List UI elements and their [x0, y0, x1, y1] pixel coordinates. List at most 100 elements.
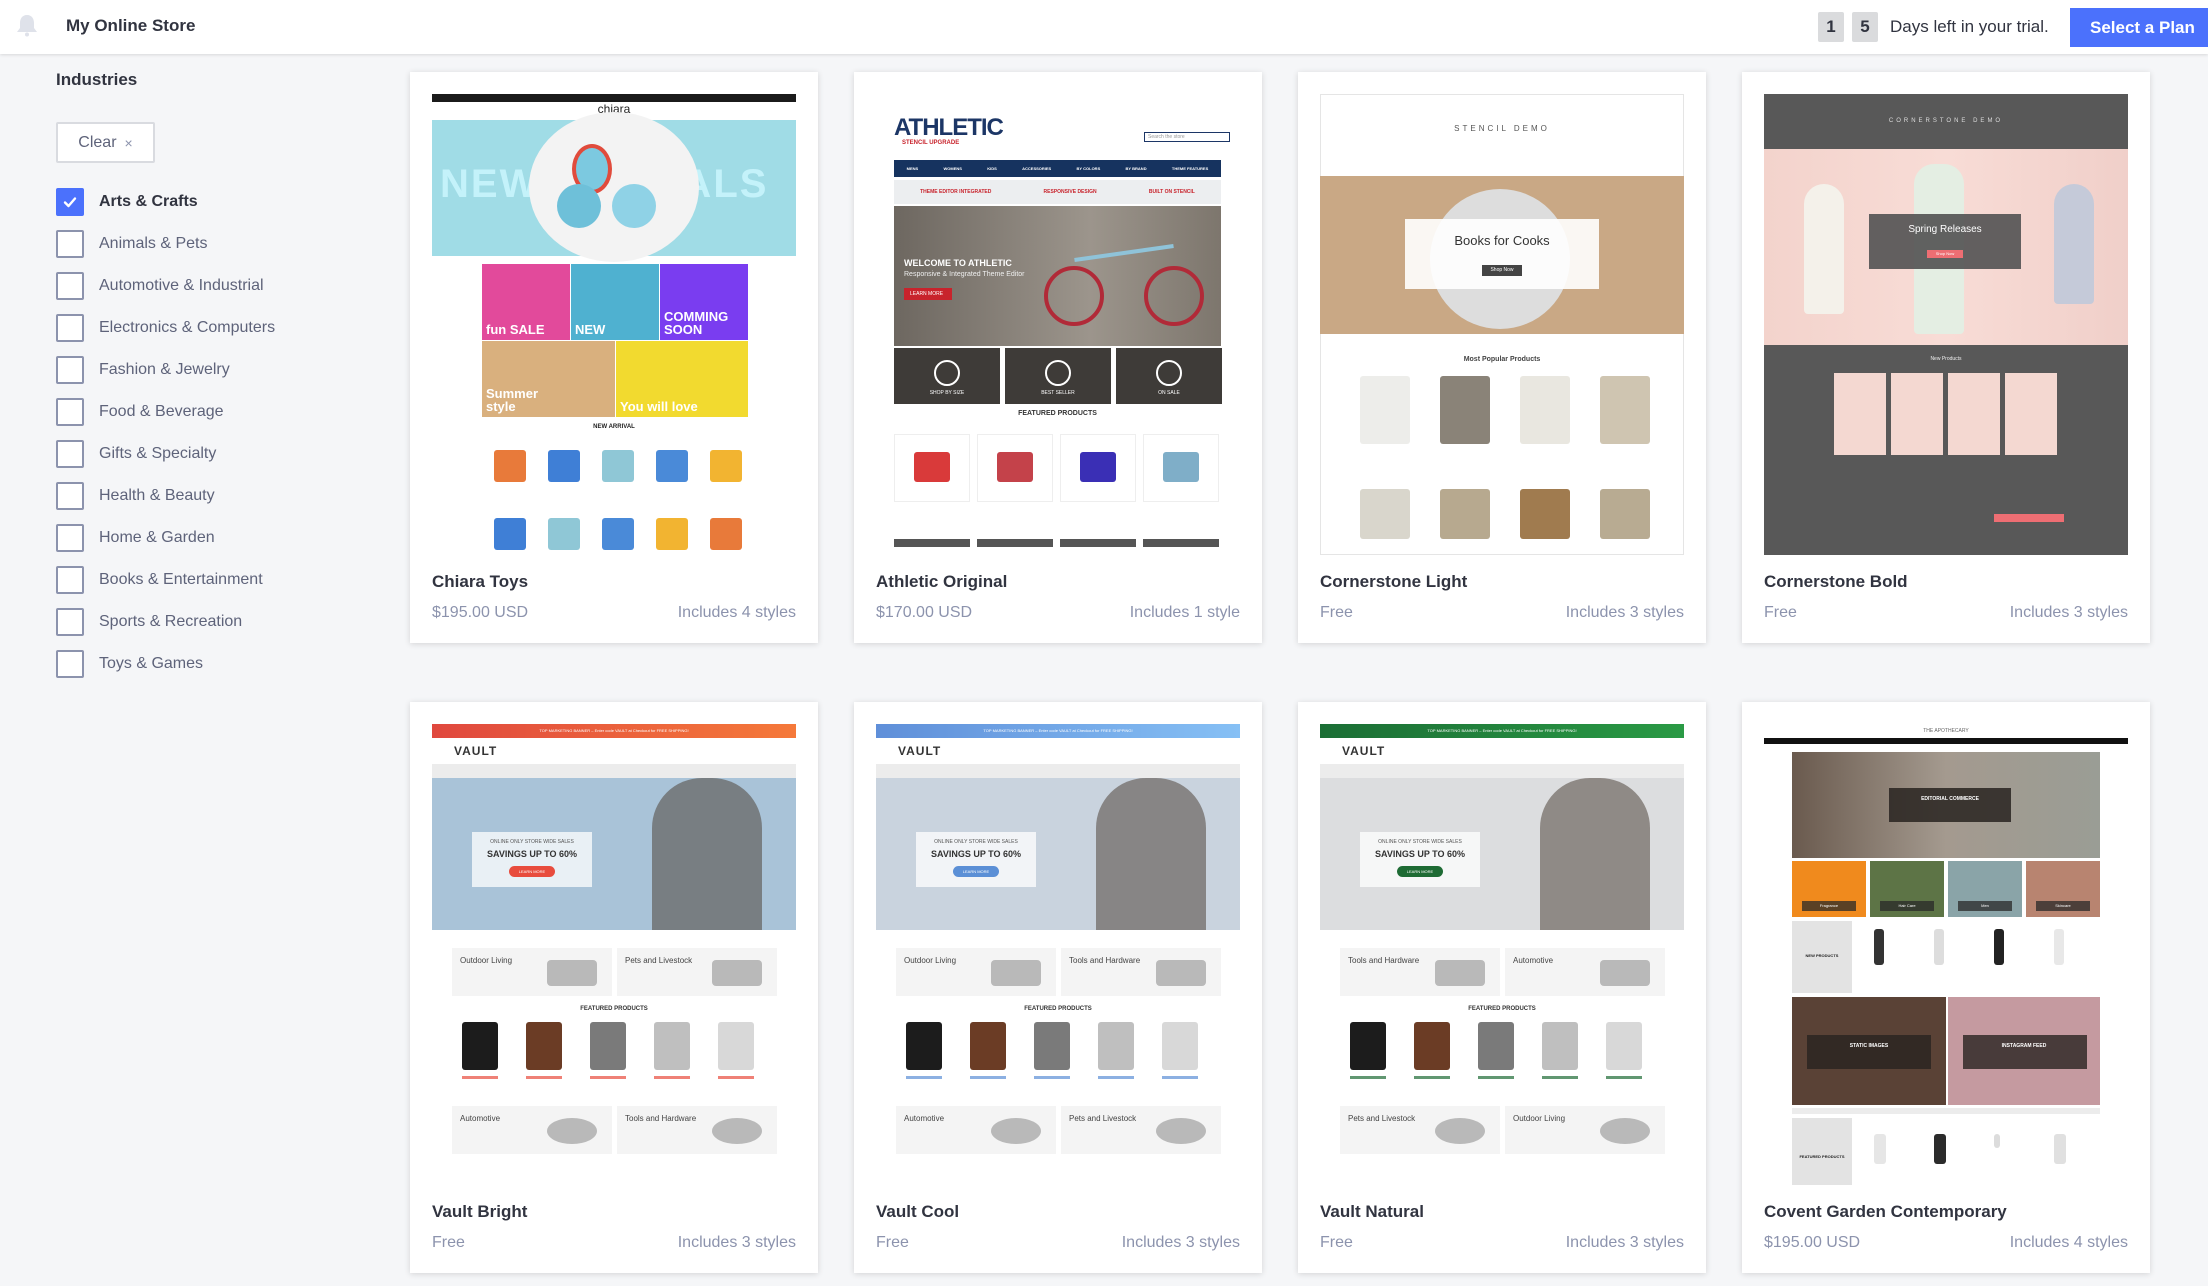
- promo-card: Outdoor Living: [452, 948, 612, 996]
- theme-preview-image[interactable]: ATHLETIC STENCIL UPGRADE Search the store M…: [876, 94, 1240, 555]
- filter-checkbox[interactable]: [56, 188, 84, 216]
- select-plan-button[interactable]: Select a Plan: [2070, 8, 2208, 47]
- promo-title: Pets and Livestock: [625, 956, 693, 965]
- nav-item: BY BRAND: [1125, 166, 1147, 171]
- hero-title: Books for Cooks: [1454, 233, 1550, 248]
- filter-checkbox[interactable]: [56, 230, 84, 258]
- product-image: [1520, 376, 1570, 444]
- bell-icon[interactable]: [16, 13, 38, 37]
- product-image: [526, 1022, 562, 1070]
- filter-label: Electronics & Computers: [99, 319, 276, 336]
- category-tile: Fragrance: [1792, 861, 1866, 917]
- promo-title: Automotive: [460, 1114, 501, 1123]
- theme-name[interactable]: Vault Bright: [432, 1202, 527, 1222]
- category-label: BEST SELLER: [1041, 390, 1075, 396]
- product-rating: [1034, 1076, 1070, 1079]
- hero-title: SAVINGS UP TO 60%: [1374, 849, 1466, 859]
- filter-label: Arts & Crafts: [99, 193, 198, 210]
- promo-card: Tools and Hardware: [1340, 948, 1500, 996]
- theme-preview-image[interactable]: chiaraNEW ARRIVALSfun SALENEWCOMMING SOO…: [432, 94, 796, 555]
- product-image: [1600, 489, 1650, 539]
- filter-checkbox[interactable]: [56, 608, 84, 636]
- product-image: [1834, 373, 1886, 455]
- category-tile: Men: [1948, 861, 2022, 917]
- theme-name[interactable]: Vault Natural: [1320, 1202, 1424, 1222]
- filter-item[interactable]: Animals & Pets: [56, 223, 275, 265]
- filter-checkbox[interactable]: [56, 314, 84, 342]
- filter-checkbox[interactable]: [56, 356, 84, 384]
- promo-card: Tools and Hardware: [1061, 948, 1221, 996]
- filter-label: Sports & Recreation: [99, 613, 243, 630]
- filter-item[interactable]: Toys & Games: [56, 643, 275, 685]
- category-tile: BEST SELLER: [1005, 348, 1111, 404]
- section-title: FEATURED PRODUCTS: [1468, 1006, 1536, 1012]
- product-image: [494, 450, 526, 482]
- product-button: [977, 539, 1053, 547]
- theme-card[interactable]: STENCIL DEMO Books for Cooks Shop Now Most …: [1298, 72, 1706, 643]
- filter-item[interactable]: Gifts & Specialty: [56, 433, 275, 475]
- filter-checkbox[interactable]: [56, 440, 84, 468]
- filter-checkbox[interactable]: [56, 272, 84, 300]
- theme-card[interactable]: CORNERSTONE DEMO Spring Releases Shop Now N…: [1742, 72, 2150, 643]
- promo-card: Automotive: [1505, 948, 1665, 996]
- filter-item[interactable]: Sports & Recreation: [56, 601, 275, 643]
- hero-overlay: Books for Cooks Shop Now: [1405, 219, 1599, 289]
- filter-item[interactable]: Home & Garden: [56, 517, 275, 559]
- theme-preview-image[interactable]: CORNERSTONE DEMO Spring Releases Shop Now N…: [1764, 94, 2128, 555]
- theme-name[interactable]: Athletic Original: [876, 572, 1007, 592]
- overlay: [1807, 1035, 1931, 1069]
- theme-preview-image[interactable]: THE APOTHECARY EDITORIAL COMMERCE Fragranc…: [1764, 724, 2128, 1185]
- hero-cta: LEARN MORE: [904, 288, 952, 300]
- theme-preview-image[interactable]: TOP MARKETING BANNER – Enter code VAULT …: [1320, 724, 1684, 1185]
- product-image: [1162, 1022, 1198, 1070]
- theme-name[interactable]: Vault Cool: [876, 1202, 959, 1222]
- filter-label: Food & Beverage: [99, 403, 224, 420]
- toy-figure: [557, 184, 601, 228]
- feature-strip: THEME EDITOR INTEGRATED RESPONSIVE DESIGN…: [894, 180, 1221, 204]
- filter-checkbox[interactable]: [56, 650, 84, 678]
- product-rating: [590, 1076, 626, 1079]
- theme-name[interactable]: Cornerstone Light: [1320, 572, 1467, 592]
- filter-item[interactable]: Electronics & Computers: [56, 307, 275, 349]
- theme-preview-image[interactable]: TOP MARKETING BANNER – Enter code VAULT …: [876, 724, 1240, 1185]
- filter-label: Home & Garden: [99, 529, 215, 546]
- filter-item[interactable]: Automotive & Industrial: [56, 265, 275, 307]
- theme-card[interactable]: THE APOTHECARY EDITORIAL COMMERCE Fragranc…: [1742, 702, 2150, 1273]
- category-tile: Skincare: [2026, 861, 2100, 917]
- product-image: [590, 1022, 626, 1070]
- theme-card[interactable]: TOP MARKETING BANNER – Enter code VAULT …: [410, 702, 818, 1273]
- nav-item: WOMENS: [943, 166, 962, 171]
- filter-item[interactable]: Food & Beverage: [56, 391, 275, 433]
- filter-item[interactable]: Health & Beauty: [56, 475, 275, 517]
- section-title: FEATURED PRODUCTS: [1018, 410, 1097, 417]
- filter-item[interactable]: Fashion & Jewelry: [56, 349, 275, 391]
- filter-checkbox[interactable]: [56, 524, 84, 552]
- theme-preview-image[interactable]: STENCIL DEMO Books for Cooks Shop Now Most …: [1320, 94, 1684, 555]
- store-name[interactable]: My Online Store: [66, 16, 195, 36]
- overlay: [1963, 1035, 2087, 1069]
- filter-item[interactable]: Arts & Crafts: [56, 181, 275, 223]
- theme-card[interactable]: TOP MARKETING BANNER – Enter code VAULT …: [854, 702, 1262, 1273]
- theme-preview-image[interactable]: TOP MARKETING BANNER – Enter code VAULT …: [432, 724, 796, 1185]
- preview-nav: [1764, 738, 2128, 744]
- section-title: NEW ARRIVAL: [593, 424, 635, 430]
- filter-item[interactable]: Books & Entertainment: [56, 559, 275, 601]
- hero-title: WELCOME TO ATHLETIC: [904, 258, 1012, 268]
- product-image: [710, 518, 742, 550]
- theme-name[interactable]: Chiara Toys: [432, 572, 528, 592]
- marketing-banner: TOP MARKETING BANNER – Enter code VAULT …: [876, 724, 1240, 738]
- theme-card[interactable]: chiaraNEW ARRIVALSfun SALENEWCOMMING SOO…: [410, 72, 818, 643]
- filter-checkbox[interactable]: [56, 566, 84, 594]
- filter-label: Automotive & Industrial: [99, 277, 264, 294]
- filter-checkbox[interactable]: [56, 482, 84, 510]
- clear-filters-button[interactable]: Clear ×: [56, 122, 155, 163]
- theme-card[interactable]: TOP MARKETING BANNER – Enter code VAULT …: [1298, 702, 1706, 1273]
- marketing-banner-text: TOP MARKETING BANNER – Enter code VAULT …: [1427, 728, 1577, 733]
- category-label: Fragrance: [1819, 903, 1839, 908]
- filter-checkbox[interactable]: [56, 398, 84, 426]
- product-image: [1440, 489, 1490, 539]
- theme-card[interactable]: ATHLETIC STENCIL UPGRADE Search the store M…: [854, 72, 1262, 643]
- theme-name[interactable]: Covent Garden Contemporary: [1764, 1202, 2007, 1222]
- product-rating: [462, 1076, 498, 1079]
- theme-name[interactable]: Cornerstone Bold: [1764, 572, 1908, 592]
